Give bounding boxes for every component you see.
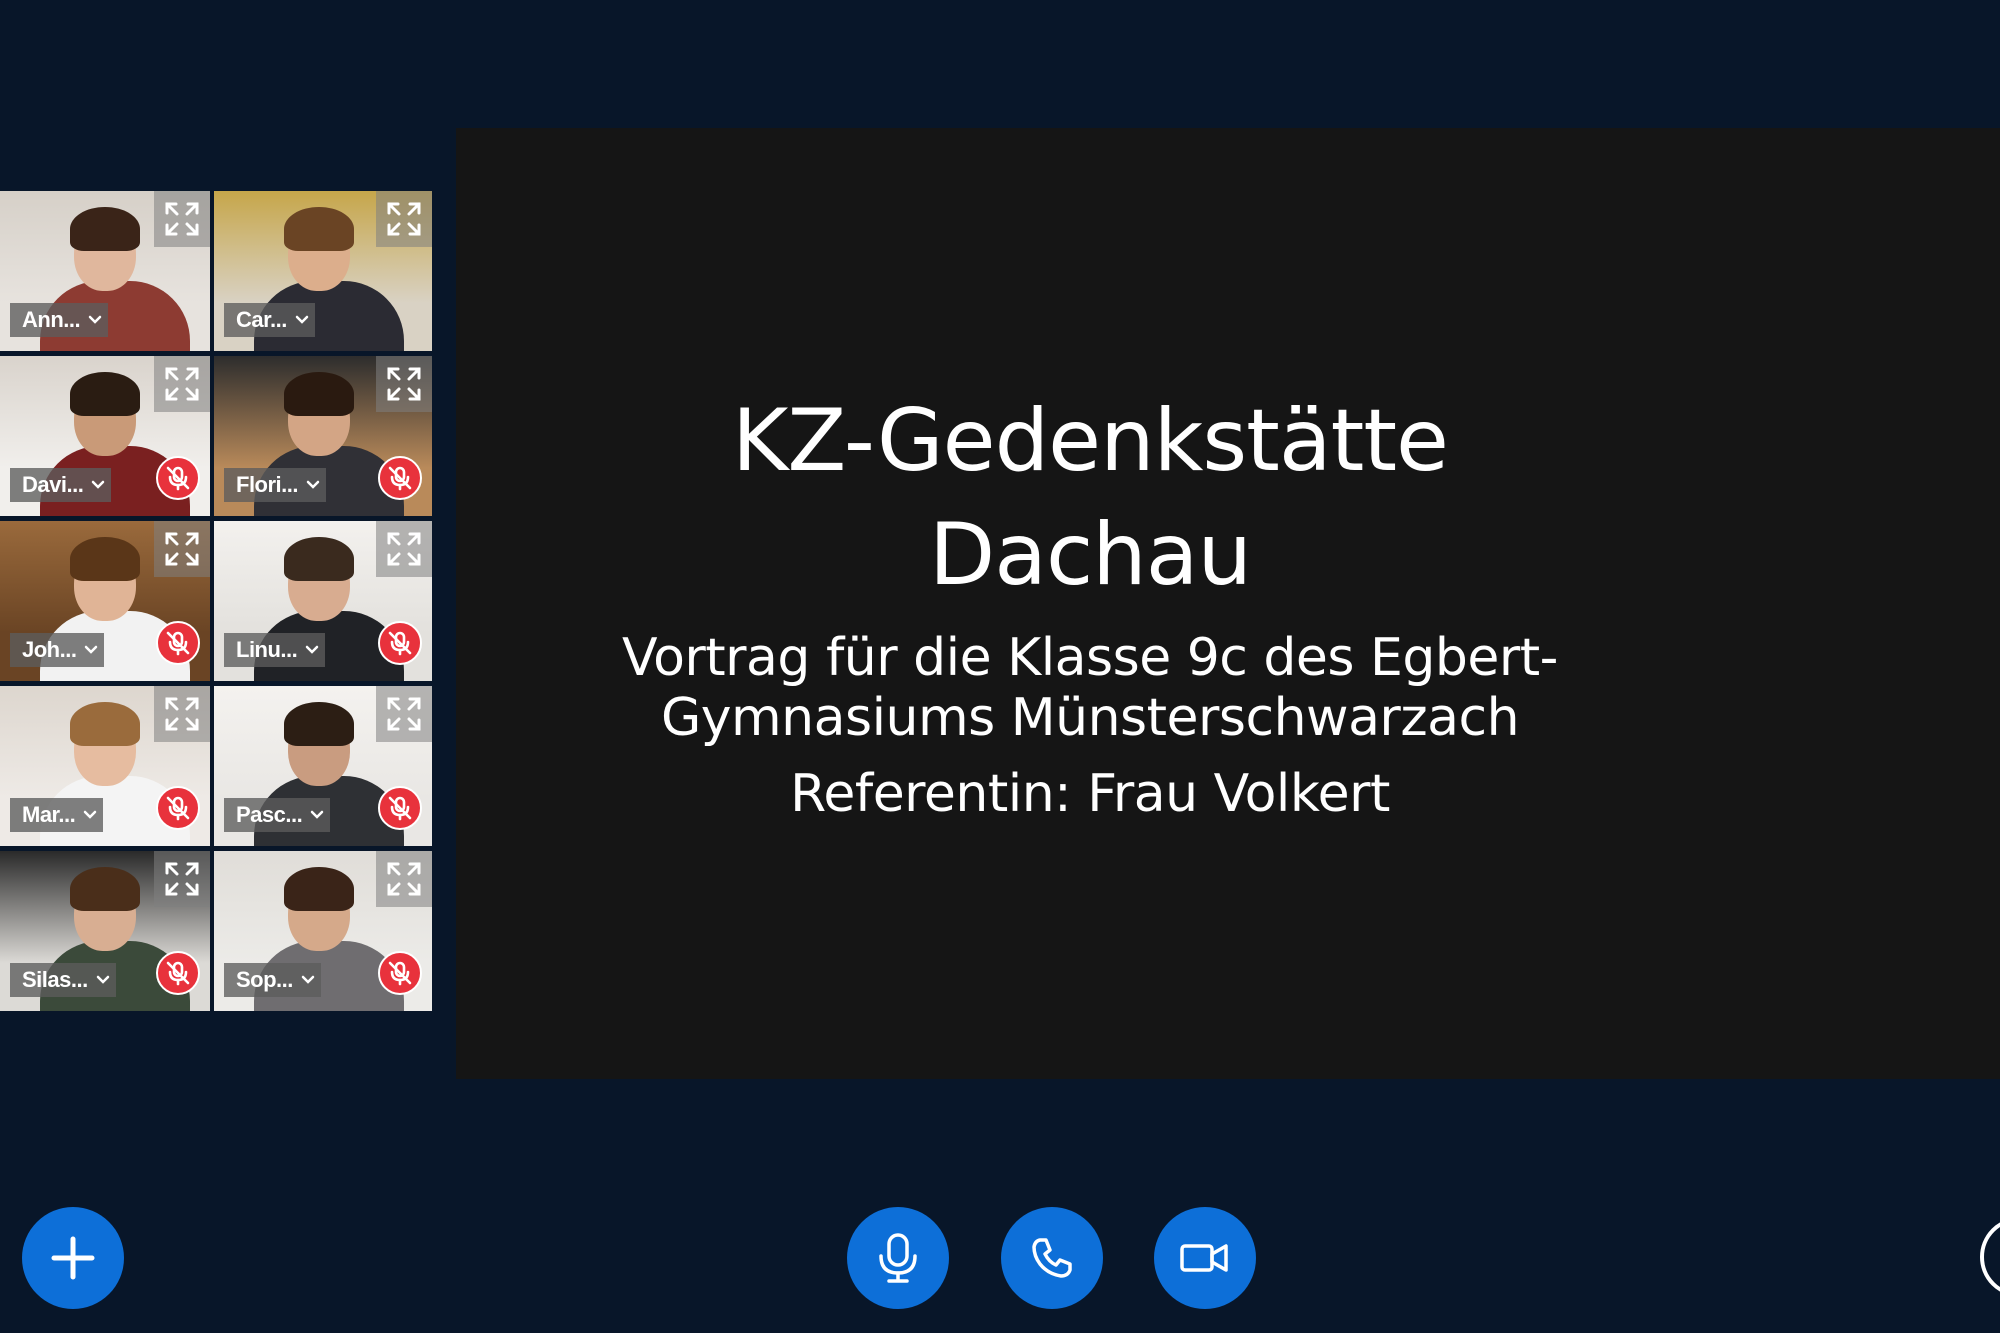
participant-name: Joh...	[22, 637, 77, 662]
expand-icon[interactable]	[154, 356, 210, 412]
chevron-down-icon	[96, 972, 110, 988]
chevron-down-icon	[84, 642, 98, 658]
chevron-down-icon	[91, 477, 105, 493]
expand-icon[interactable]	[154, 851, 210, 907]
slide-title-line-1: KZ-Gedenkstätte	[732, 391, 1449, 491]
slide-speaker: Referentin: Frau Volkert	[790, 764, 1390, 824]
slide-title-line-2: Dachau	[929, 505, 1252, 605]
participant-name-tag[interactable]: Davi...	[10, 468, 112, 502]
participant-name: Mar...	[22, 802, 76, 827]
participant-tile[interactable]: Mar...	[0, 686, 210, 846]
expand-icon[interactable]	[154, 191, 210, 247]
participant-name: Sop...	[236, 967, 293, 992]
chevron-down-icon	[301, 972, 315, 988]
expand-icon[interactable]	[154, 686, 210, 742]
expand-icon[interactable]	[376, 851, 432, 907]
participant-tile[interactable]: Sop...	[214, 851, 432, 1011]
participant-tile[interactable]: Ann...	[0, 191, 210, 351]
participant-tile[interactable]: Car...	[214, 191, 432, 351]
participant-name-tag[interactable]: Car...	[224, 303, 315, 337]
call-button[interactable]	[1001, 1207, 1103, 1309]
slide-title: KZ-Gedenkstätte Dachau	[247, 384, 1933, 612]
muted-microphone-icon	[378, 951, 422, 995]
participant-tile[interactable]: Silas...	[0, 851, 210, 1011]
slide-subtitle: Vortrag für die Klasse 9c des Egbert- Gy…	[247, 628, 1933, 748]
participant-name-tag[interactable]: Joh...	[10, 633, 105, 667]
add-button[interactable]	[22, 1207, 124, 1309]
participant-tile[interactable]: Joh...	[0, 521, 210, 681]
video-camera-icon	[1180, 1244, 1228, 1272]
shared-presentation: KZ-Gedenkstätte Dachau Vortrag für die K…	[456, 128, 2000, 1079]
participant-name: Ann...	[22, 307, 81, 332]
chevron-down-icon	[88, 312, 102, 328]
participant-name: Davi...	[22, 472, 84, 497]
slide-subtitle-line-1: Vortrag für die Klasse 9c des Egbert-	[622, 628, 1558, 688]
plus-icon	[51, 1236, 95, 1280]
participant-name: Silas...	[22, 967, 88, 992]
chevron-down-icon	[295, 312, 309, 328]
participant-tile[interactable]: Davi...	[0, 356, 210, 516]
participant-name-tag[interactable]: Sop...	[224, 963, 321, 997]
video-button[interactable]	[1154, 1207, 1256, 1309]
participant-name-tag[interactable]: Silas...	[10, 963, 116, 997]
phone-icon	[1032, 1238, 1072, 1278]
participant-name-tag[interactable]: Ann...	[10, 303, 109, 337]
muted-microphone-icon	[156, 456, 200, 500]
more-options-button[interactable]	[1980, 1217, 2000, 1297]
participant-name: Car...	[236, 307, 287, 332]
muted-microphone-icon	[156, 621, 200, 665]
microphone-button[interactable]	[847, 1207, 949, 1309]
participant-name-tag[interactable]: Mar...	[10, 798, 104, 832]
expand-icon[interactable]	[154, 521, 210, 577]
muted-microphone-icon	[156, 786, 200, 830]
call-window: Ann... Car... Davi... Flori... Joh... Linu...…	[0, 0, 2000, 1333]
slide-subtitle-line-2: Gymnasiums Münsterschwarzach	[660, 688, 1520, 748]
muted-microphone-icon	[156, 951, 200, 995]
expand-icon[interactable]	[376, 191, 432, 247]
microphone-icon	[879, 1233, 917, 1283]
chevron-down-icon	[83, 807, 97, 823]
